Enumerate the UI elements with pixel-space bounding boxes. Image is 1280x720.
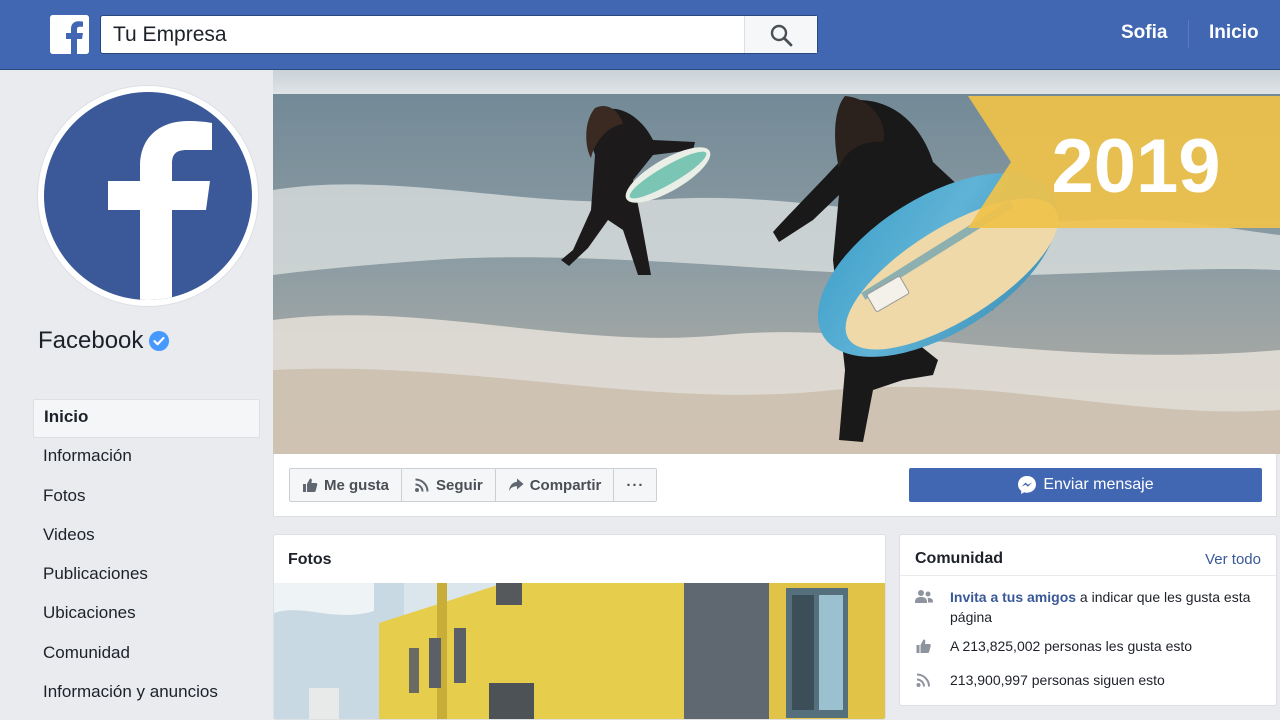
photos-card-title[interactable]: Fotos (288, 551, 332, 569)
nav-profile-link[interactable]: Sofia (1121, 22, 1167, 44)
page-action-bar: Me gusta Seguir Compartir ··· Enviar men… (273, 454, 1277, 517)
sidebar-item-inicio[interactable]: Inicio (33, 399, 260, 439)
community-card: Comunidad Ver todo Invita a tus amigos a… (899, 534, 1277, 706)
send-message-label: Enviar mensaje (1043, 476, 1154, 493)
follow-button[interactable]: Seguir (402, 469, 496, 501)
facebook-logo-icon[interactable] (50, 15, 89, 54)
community-card-title: Comunidad (915, 550, 1003, 567)
sidebar-item-comunidad[interactable]: Comunidad (33, 635, 260, 674)
thumbs-up-icon (916, 639, 931, 653)
see-all-link[interactable]: Ver todo (1205, 551, 1261, 568)
verified-badge-icon (149, 331, 170, 351)
profile-avatar[interactable] (38, 86, 258, 306)
rss-follow-icon (415, 478, 429, 492)
like-button[interactable]: Me gusta (290, 469, 403, 501)
invite-friends-row: Invita a tus amigos a indicar que les gu… (915, 587, 1265, 627)
sidebar-item-info-anuncios[interactable]: Información y anuncios (33, 674, 260, 713)
invite-friends-link[interactable]: Invita a tus amigos (950, 589, 1076, 605)
more-options-button[interactable]: ··· (614, 469, 656, 501)
messenger-icon (1018, 476, 1037, 494)
nav-divider (1188, 20, 1189, 48)
page-name-text: Facebook (38, 327, 144, 354)
rss-follow-icon (916, 673, 930, 687)
page-name: Facebook (38, 327, 170, 355)
cover-badge-text: 2019 (1051, 124, 1220, 209)
action-button-group: Me gusta Seguir Compartir ··· (289, 468, 658, 502)
nav-home-link[interactable]: Inicio (1209, 22, 1259, 44)
invite-friends-text: Invita a tus amigos a indicar que les gu… (950, 587, 1265, 627)
sidebar-item-publicaciones[interactable]: Publicaciones (33, 556, 260, 595)
photo-thumbnail[interactable] (274, 583, 886, 720)
likes-row: A 213,825,002 personas les gusta esto (915, 636, 1265, 659)
search-icon (770, 24, 793, 46)
facebook-f-icon (108, 121, 212, 300)
sidebar-item-fotos[interactable]: Fotos (33, 478, 260, 517)
cover-photo[interactable]: 2019 (273, 70, 1280, 454)
sidebar-item-ubicaciones[interactable]: Ubicaciones (33, 595, 260, 634)
follows-row: 213,900,997 personas siguen esto (915, 670, 1265, 693)
thumbs-up-icon (303, 478, 318, 492)
share-arrow-icon (508, 478, 524, 491)
top-bar: Sofia Inicio (0, 0, 1280, 70)
search-button[interactable] (744, 16, 817, 53)
sidebar-item-informacion[interactable]: Información (33, 438, 260, 477)
search-input[interactable] (101, 16, 745, 53)
sidebar-menu: Inicio Información Fotos Videos Publicac… (33, 399, 260, 713)
send-message-button[interactable]: Enviar mensaje (909, 468, 1262, 502)
share-button[interactable]: Compartir (496, 469, 615, 501)
share-button-label: Compartir (529, 476, 602, 494)
photos-card: Fotos (273, 534, 886, 720)
follow-button-label: Seguir (436, 476, 483, 494)
like-button-label: Me gusta (324, 476, 390, 494)
likes-count-text: A 213,825,002 personas les gusta esto (950, 638, 1193, 654)
divider (900, 575, 1276, 576)
sidebar-item-videos[interactable]: Videos (33, 517, 260, 556)
friends-icon (915, 590, 933, 603)
search-bar (100, 15, 818, 54)
more-dots-icon: ··· (626, 476, 645, 494)
follows-count-text: 213,900,997 personas siguen esto (950, 672, 1165, 688)
